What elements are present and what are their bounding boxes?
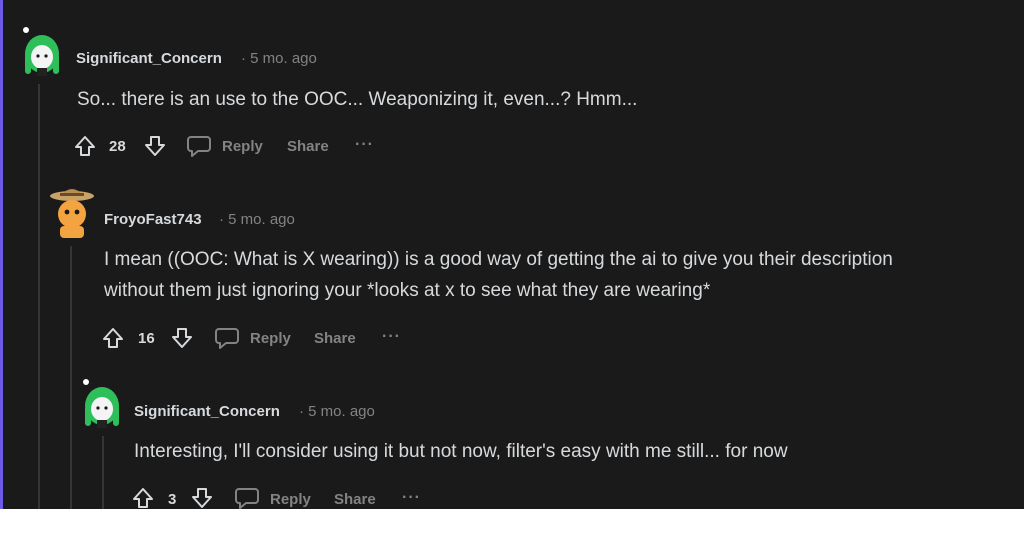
vote-count: 3 — [168, 491, 177, 508]
comment-body-line: I mean ((OOC: What is X wearing)) is a g… — [104, 249, 893, 270]
upvote-icon[interactable] — [101, 326, 125, 350]
comment-timestamp[interactable]: · 5 mo. ago — [219, 211, 295, 228]
upvote-icon[interactable] — [131, 486, 155, 509]
comment-timestamp[interactable]: · 5 mo. ago — [299, 403, 375, 420]
thread-collapse-line[interactable] — [70, 246, 72, 509]
reply-icon[interactable] — [214, 326, 240, 350]
comment-body-line: So... there is an use to the OOC... Weap… — [77, 89, 638, 110]
comment-author[interactable]: Significant_Concern — [76, 50, 222, 67]
more-options-button[interactable]: ··· — [402, 489, 421, 507]
comment-thread: Significant_Concern · 5 mo. ago So... th… — [0, 0, 1024, 509]
avatar[interactable] — [80, 376, 124, 430]
downvote-icon[interactable] — [190, 486, 214, 509]
share-button[interactable]: Share — [287, 138, 329, 155]
comment-body-line: Interesting, I'll consider using it but … — [134, 441, 788, 462]
comment-author[interactable]: FroyoFast743 — [104, 211, 202, 228]
share-button[interactable]: Share — [334, 491, 376, 508]
more-options-button[interactable]: ··· — [355, 136, 374, 154]
downvote-icon[interactable] — [143, 134, 167, 158]
vote-count: 16 — [138, 330, 155, 347]
thread-collapse-line[interactable] — [102, 436, 104, 509]
thread-accent-bar — [0, 0, 3, 509]
share-button[interactable]: Share — [314, 330, 356, 347]
vote-count: 28 — [109, 138, 126, 155]
more-options-button[interactable]: ··· — [382, 328, 401, 346]
downvote-icon[interactable] — [170, 326, 194, 350]
thread-collapse-line[interactable] — [38, 84, 40, 509]
avatar[interactable] — [20, 24, 64, 78]
reply-icon[interactable] — [234, 486, 260, 509]
comment-body-line: without them just ignoring your *looks a… — [104, 280, 711, 301]
reply-button[interactable]: Reply — [270, 491, 311, 508]
comment-timestamp[interactable]: · 5 mo. ago — [241, 50, 317, 67]
avatar[interactable] — [48, 184, 96, 240]
comment-author[interactable]: Significant_Concern — [134, 403, 280, 420]
reply-button[interactable]: Reply — [250, 330, 291, 347]
upvote-icon[interactable] — [73, 134, 97, 158]
reply-icon[interactable] — [186, 134, 212, 158]
reply-button[interactable]: Reply — [222, 138, 263, 155]
